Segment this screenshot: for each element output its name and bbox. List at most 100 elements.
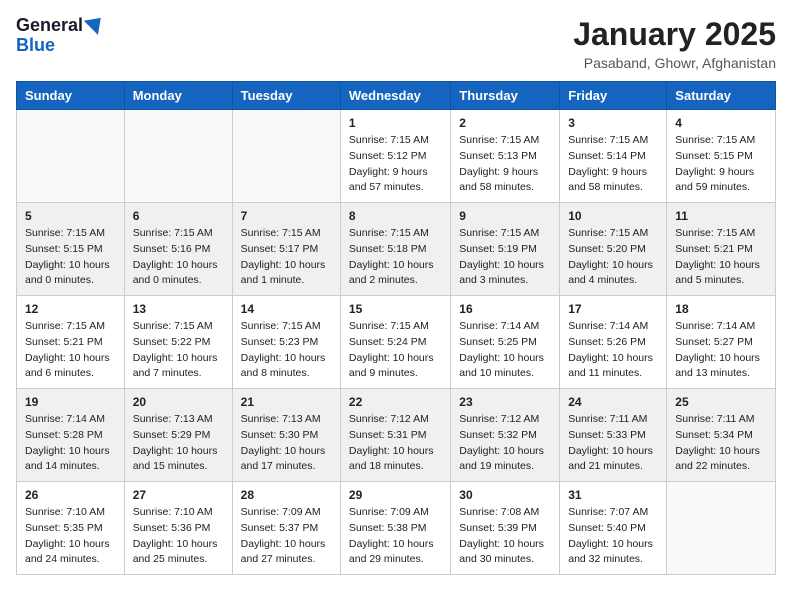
day-info: Sunrise: 7:15 AM Sunset: 5:24 PM Dayligh…: [349, 319, 442, 382]
calendar-cell: 31Sunrise: 7:07 AM Sunset: 5:40 PM Dayli…: [560, 482, 667, 575]
day-info: Sunrise: 7:15 AM Sunset: 5:21 PM Dayligh…: [25, 319, 116, 382]
calendar-cell: 17 Sunrise: 7:14 AM Sunset: 5:26 PM Dayli…: [560, 296, 667, 389]
day-info: Sunrise: 7:08 AM Sunset: 5:39 PM Dayligh…: [459, 505, 551, 568]
page-header: General Blue January 2025 Pasaband, Ghow…: [16, 16, 776, 71]
day-number: 5: [25, 209, 116, 223]
day-number: 30: [459, 488, 551, 502]
day-number: 17: [568, 302, 658, 316]
calendar-table: SundayMondayTuesdayWednesdayThursdayFrid…: [16, 81, 776, 575]
calendar-cell: 7Sunrise: 7:15 AM Sunset: 5:17 PM Daylig…: [232, 203, 340, 296]
calendar-cell: 2Sunrise: 7:15 AM Sunset: 5:13 PM Daylig…: [451, 110, 560, 203]
day-number: 28: [241, 488, 332, 502]
weekday-thursday: Thursday: [451, 82, 560, 110]
day-info: Sunrise: 7:12 AM Sunset: 5:31 PM Dayligh…: [349, 412, 442, 475]
day-info: Sunrise: 7:11 AM Sunset: 5:33 PM Dayligh…: [568, 412, 658, 475]
day-info: Sunrise: 7:13 AM Sunset: 5:30 PM Dayligh…: [241, 412, 332, 475]
calendar-week-2: 5 Sunrise: 7:15 AM Sunset: 5:15 PM Daylig…: [17, 203, 776, 296]
day-number: 13: [133, 302, 224, 316]
day-info: Sunrise: 7:10 AM Sunset: 5:36 PM Dayligh…: [133, 505, 224, 568]
weekday-tuesday: Tuesday: [232, 82, 340, 110]
title-block: January 2025 Pasaband, Ghowr, Afghanista…: [573, 16, 776, 71]
day-number: 1: [349, 116, 442, 130]
calendar-cell: 12 Sunrise: 7:15 AM Sunset: 5:21 PM Dayli…: [17, 296, 125, 389]
day-number: 25: [675, 395, 767, 409]
day-info: Sunrise: 7:13 AM Sunset: 5:29 PM Dayligh…: [133, 412, 224, 475]
calendar-cell: 3 Sunrise: 7:15 AM Sunset: 5:14 PM Daylig…: [560, 110, 667, 203]
day-number: 26: [25, 488, 116, 502]
day-number: 8: [349, 209, 442, 223]
day-number: 21: [241, 395, 332, 409]
logo-blue-text: Blue: [16, 36, 55, 56]
weekday-sunday: Sunday: [17, 82, 125, 110]
day-number: 27: [133, 488, 224, 502]
day-number: 31: [568, 488, 658, 502]
day-number: 23: [459, 395, 551, 409]
calendar-cell: 19 Sunrise: 7:14 AM Sunset: 5:28 PM Dayli…: [17, 389, 125, 482]
weekday-header-row: SundayMondayTuesdayWednesdayThursdayFrid…: [17, 82, 776, 110]
day-number: 7: [241, 209, 332, 223]
day-info: Sunrise: 7:14 AM Sunset: 5:28 PM Dayligh…: [25, 412, 116, 475]
day-info: Sunrise: 7:14 AM Sunset: 5:27 PM Dayligh…: [675, 319, 767, 382]
day-info: Sunrise: 7:15 AM Sunset: 5:13 PM Dayligh…: [459, 133, 551, 196]
calendar-cell: 15 Sunrise: 7:15 AM Sunset: 5:24 PM Dayli…: [340, 296, 450, 389]
calendar-cell: 20 Sunrise: 7:13 AM Sunset: 5:29 PM Dayli…: [124, 389, 232, 482]
weekday-monday: Monday: [124, 82, 232, 110]
day-number: 15: [349, 302, 442, 316]
calendar-cell: 14Sunrise: 7:15 AM Sunset: 5:23 PM Dayli…: [232, 296, 340, 389]
calendar-week-4: 19 Sunrise: 7:14 AM Sunset: 5:28 PM Dayli…: [17, 389, 776, 482]
calendar-cell: 1 Sunrise: 7:15 AM Sunset: 5:12 PM Daylig…: [340, 110, 450, 203]
day-info: Sunrise: 7:14 AM Sunset: 5:26 PM Dayligh…: [568, 319, 658, 382]
calendar-cell: 18 Sunrise: 7:14 AM Sunset: 5:27 PM Dayli…: [667, 296, 776, 389]
day-info: Sunrise: 7:15 AM Sunset: 5:12 PM Dayligh…: [349, 133, 442, 196]
calendar-cell: 16Sunrise: 7:14 AM Sunset: 5:25 PM Dayli…: [451, 296, 560, 389]
day-number: 18: [675, 302, 767, 316]
day-info: Sunrise: 7:15 AM Sunset: 5:15 PM Dayligh…: [675, 133, 767, 196]
calendar-cell: [17, 110, 125, 203]
calendar-cell: 22Sunrise: 7:12 AM Sunset: 5:31 PM Dayli…: [340, 389, 450, 482]
day-info: Sunrise: 7:10 AM Sunset: 5:35 PM Dayligh…: [25, 505, 116, 568]
calendar-cell: 23 Sunrise: 7:12 AM Sunset: 5:32 PM Dayli…: [451, 389, 560, 482]
day-info: Sunrise: 7:15 AM Sunset: 5:18 PM Dayligh…: [349, 226, 442, 289]
day-number: 24: [568, 395, 658, 409]
day-info: Sunrise: 7:11 AM Sunset: 5:34 PM Dayligh…: [675, 412, 767, 475]
day-info: Sunrise: 7:15 AM Sunset: 5:19 PM Dayligh…: [459, 226, 551, 289]
calendar-cell: 4Sunrise: 7:15 AM Sunset: 5:15 PM Daylig…: [667, 110, 776, 203]
weekday-saturday: Saturday: [667, 82, 776, 110]
day-info: Sunrise: 7:09 AM Sunset: 5:38 PM Dayligh…: [349, 505, 442, 568]
calendar-cell: 27 Sunrise: 7:10 AM Sunset: 5:36 PM Dayli…: [124, 482, 232, 575]
day-info: Sunrise: 7:15 AM Sunset: 5:22 PM Dayligh…: [133, 319, 224, 382]
calendar-cell: 28Sunrise: 7:09 AM Sunset: 5:37 PM Dayli…: [232, 482, 340, 575]
calendar-cell: [667, 482, 776, 575]
calendar-cell: 25 Sunrise: 7:11 AM Sunset: 5:34 PM Dayli…: [667, 389, 776, 482]
day-number: 29: [349, 488, 442, 502]
logo-arrow-icon: [84, 11, 108, 35]
day-info: Sunrise: 7:15 AM Sunset: 5:15 PM Dayligh…: [25, 226, 116, 289]
day-info: Sunrise: 7:12 AM Sunset: 5:32 PM Dayligh…: [459, 412, 551, 475]
day-number: 19: [25, 395, 116, 409]
day-info: Sunrise: 7:15 AM Sunset: 5:16 PM Dayligh…: [133, 226, 224, 289]
logo-general-text: General: [16, 16, 83, 36]
day-number: 12: [25, 302, 116, 316]
calendar-cell: 5 Sunrise: 7:15 AM Sunset: 5:15 PM Daylig…: [17, 203, 125, 296]
calendar-week-1: 1 Sunrise: 7:15 AM Sunset: 5:12 PM Daylig…: [17, 110, 776, 203]
day-number: 20: [133, 395, 224, 409]
calendar-cell: 11Sunrise: 7:15 AM Sunset: 5:21 PM Dayli…: [667, 203, 776, 296]
logo: General Blue: [16, 16, 103, 56]
calendar-cell: 13 Sunrise: 7:15 AM Sunset: 5:22 PM Dayli…: [124, 296, 232, 389]
day-info: Sunrise: 7:15 AM Sunset: 5:21 PM Dayligh…: [675, 226, 767, 289]
weekday-wednesday: Wednesday: [340, 82, 450, 110]
calendar-cell: 21 Sunrise: 7:13 AM Sunset: 5:30 PM Dayli…: [232, 389, 340, 482]
calendar-week-3: 12 Sunrise: 7:15 AM Sunset: 5:21 PM Dayli…: [17, 296, 776, 389]
day-number: 6: [133, 209, 224, 223]
day-number: 3: [568, 116, 658, 130]
calendar-title: January 2025: [573, 16, 776, 53]
calendar-cell: [232, 110, 340, 203]
day-number: 14: [241, 302, 332, 316]
day-number: 16: [459, 302, 551, 316]
calendar-body: 1 Sunrise: 7:15 AM Sunset: 5:12 PM Daylig…: [17, 110, 776, 575]
calendar-cell: [124, 110, 232, 203]
day-info: Sunrise: 7:15 AM Sunset: 5:14 PM Dayligh…: [568, 133, 658, 196]
calendar-cell: 29 Sunrise: 7:09 AM Sunset: 5:38 PM Dayli…: [340, 482, 450, 575]
calendar-cell: 10Sunrise: 7:15 AM Sunset: 5:20 PM Dayli…: [560, 203, 667, 296]
day-info: Sunrise: 7:15 AM Sunset: 5:20 PM Dayligh…: [568, 226, 658, 289]
